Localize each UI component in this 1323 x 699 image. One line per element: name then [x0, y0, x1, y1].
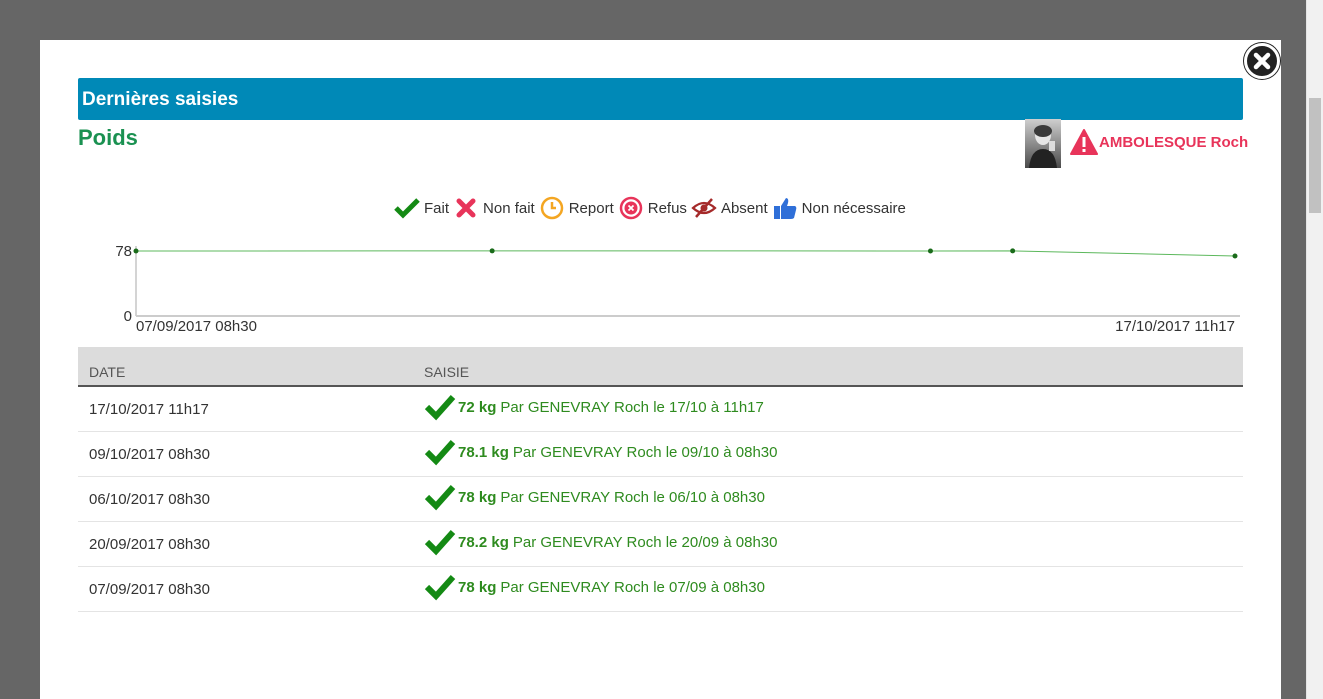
entry-detail: Par GENEVRAY Roch le 06/10 à 08h30 [500, 488, 765, 506]
entry-detail: Par GENEVRAY Roch le 07/09 à 08h30 [500, 578, 765, 596]
legend-item-refusal: Refus [618, 195, 687, 221]
y-tick-label: 78 [115, 243, 132, 260]
entry-value-cell: 72 kg Par GENEVRAY Roch le 17/10 à 11h17 [424, 393, 764, 421]
patient-name[interactable]: AMBOLESQUE Roch [1099, 134, 1248, 151]
data-point [927, 248, 933, 254]
refusal-icon [619, 196, 642, 220]
check-icon [424, 484, 456, 511]
entry-value-cell: 78.2 kg Par GENEVRAY Roch le 20/09 à 08h3… [424, 528, 777, 556]
legend-label: Absent [720, 199, 768, 217]
table-row[interactable]: 06/10/2017 08h30 78 kg Par GENEVRAY Roch l… [78, 477, 1243, 522]
cross-icon [456, 198, 476, 218]
table-header: DATE SAISIE [78, 347, 1243, 387]
warning-icon [1070, 129, 1098, 155]
x-tick-label: 17/10/2017 11h17 [1115, 318, 1235, 335]
entry-date: 06/10/2017 08h30 [89, 491, 210, 508]
table-row[interactable]: 17/10/2017 11h17 72 kg Par GENEVRAY Roch l… [78, 387, 1243, 432]
table-row[interactable]: 07/09/2017 08h30 78 kg Par GENEVRAY Roch l… [78, 567, 1243, 612]
check-icon [424, 574, 456, 601]
legend-label: Non fait [483, 199, 535, 217]
data-point [1232, 253, 1238, 259]
entry-date: 07/09/2017 08h30 [89, 581, 210, 598]
table-row[interactable]: 20/09/2017 08h30 78.2 kg Par GENEVRAY Roch… [78, 522, 1243, 567]
header-bar: Dernières saisies [78, 78, 1243, 120]
legend-item-done: Fait [394, 195, 449, 221]
scrollbar[interactable] [1306, 0, 1323, 699]
entries-table: DATE SAISIE 17/10/2017 11h17 72 kg Par GEN… [78, 347, 1243, 612]
entry-detail: Par GENEVRAY Roch le 20/09 à 08h30 [512, 533, 778, 551]
x-tick-label: 07/09/2017 08h30 [136, 318, 257, 335]
legend-item-absent: Absent [691, 195, 768, 221]
data-point [133, 248, 139, 254]
table-row[interactable]: 09/10/2017 08h30 78.1 kg Par GENEVRAY Roch… [78, 432, 1243, 477]
check-icon [394, 198, 420, 219]
entry-value-cell: 78.1 kg Par GENEVRAY Roch le 09/10 à 08h3… [424, 438, 777, 466]
thumbs-up-icon [773, 198, 796, 219]
y-tick-label: 0 [124, 308, 132, 325]
entry-detail: Par GENEVRAY Roch le 09/10 à 08h30 [512, 443, 778, 461]
section-title: Poids [78, 125, 138, 150]
weight-chart: 78 0 07/09/2017 08h30 17/10/2017 11h17 [100, 236, 1250, 336]
status-legend: Fait Non fait Report Refus Absent Non né… [394, 195, 910, 221]
entry-date: 09/10/2017 08h30 [89, 446, 210, 463]
table-body: 17/10/2017 11h17 72 kg Par GENEVRAY Roch l… [78, 387, 1243, 612]
patient-photo[interactable] [1025, 119, 1061, 168]
entry-date: 20/09/2017 08h30 [89, 536, 210, 553]
legend-item-not-done: Non fait [453, 195, 535, 221]
column-header-date[interactable]: DATE [89, 364, 125, 380]
eye-slash-icon [691, 198, 717, 218]
data-point [1010, 248, 1016, 254]
entry-date: 17/10/2017 11h17 [89, 401, 209, 418]
legend-label: Fait [424, 199, 450, 217]
close-button[interactable] [1244, 43, 1280, 79]
entry-value-cell: 78 kg Par GENEVRAY Roch le 06/10 à 08h30 [424, 483, 765, 511]
legend-label: Refus [647, 199, 687, 217]
entry-value-cell: 78 kg Par GENEVRAY Roch le 07/09 à 08h30 [424, 573, 765, 601]
entry-value: 78 kg [458, 578, 497, 596]
weight-chart-svg: 78 007/09/2017 08h30 17/10/2017 11h17 [115, 243, 1240, 335]
data-point [489, 248, 495, 254]
check-icon [424, 529, 456, 556]
entry-value: 72 kg [458, 398, 497, 416]
legend-item-not-needed: Non nécessaire [772, 195, 906, 221]
header-title: Dernières saisies [82, 89, 239, 110]
close-icon [1253, 52, 1271, 70]
check-icon [424, 394, 456, 421]
legend-label: Report [568, 199, 614, 217]
entry-value: 78 kg [458, 488, 497, 506]
scrollbar-thumb[interactable] [1309, 98, 1321, 213]
entry-value: 78.1 kg [458, 443, 509, 461]
clock-icon [540, 196, 563, 220]
legend-item-report: Report [539, 195, 614, 221]
series-line [135, 250, 1236, 257]
legend-label: Non nécessaire [801, 199, 906, 217]
entry-detail: Par GENEVRAY Roch le 17/10 à 11h17 [500, 398, 764, 416]
entry-value: 78.2 kg [458, 533, 509, 551]
check-icon [424, 439, 456, 466]
column-header-entry[interactable]: SAISIE [424, 364, 469, 380]
